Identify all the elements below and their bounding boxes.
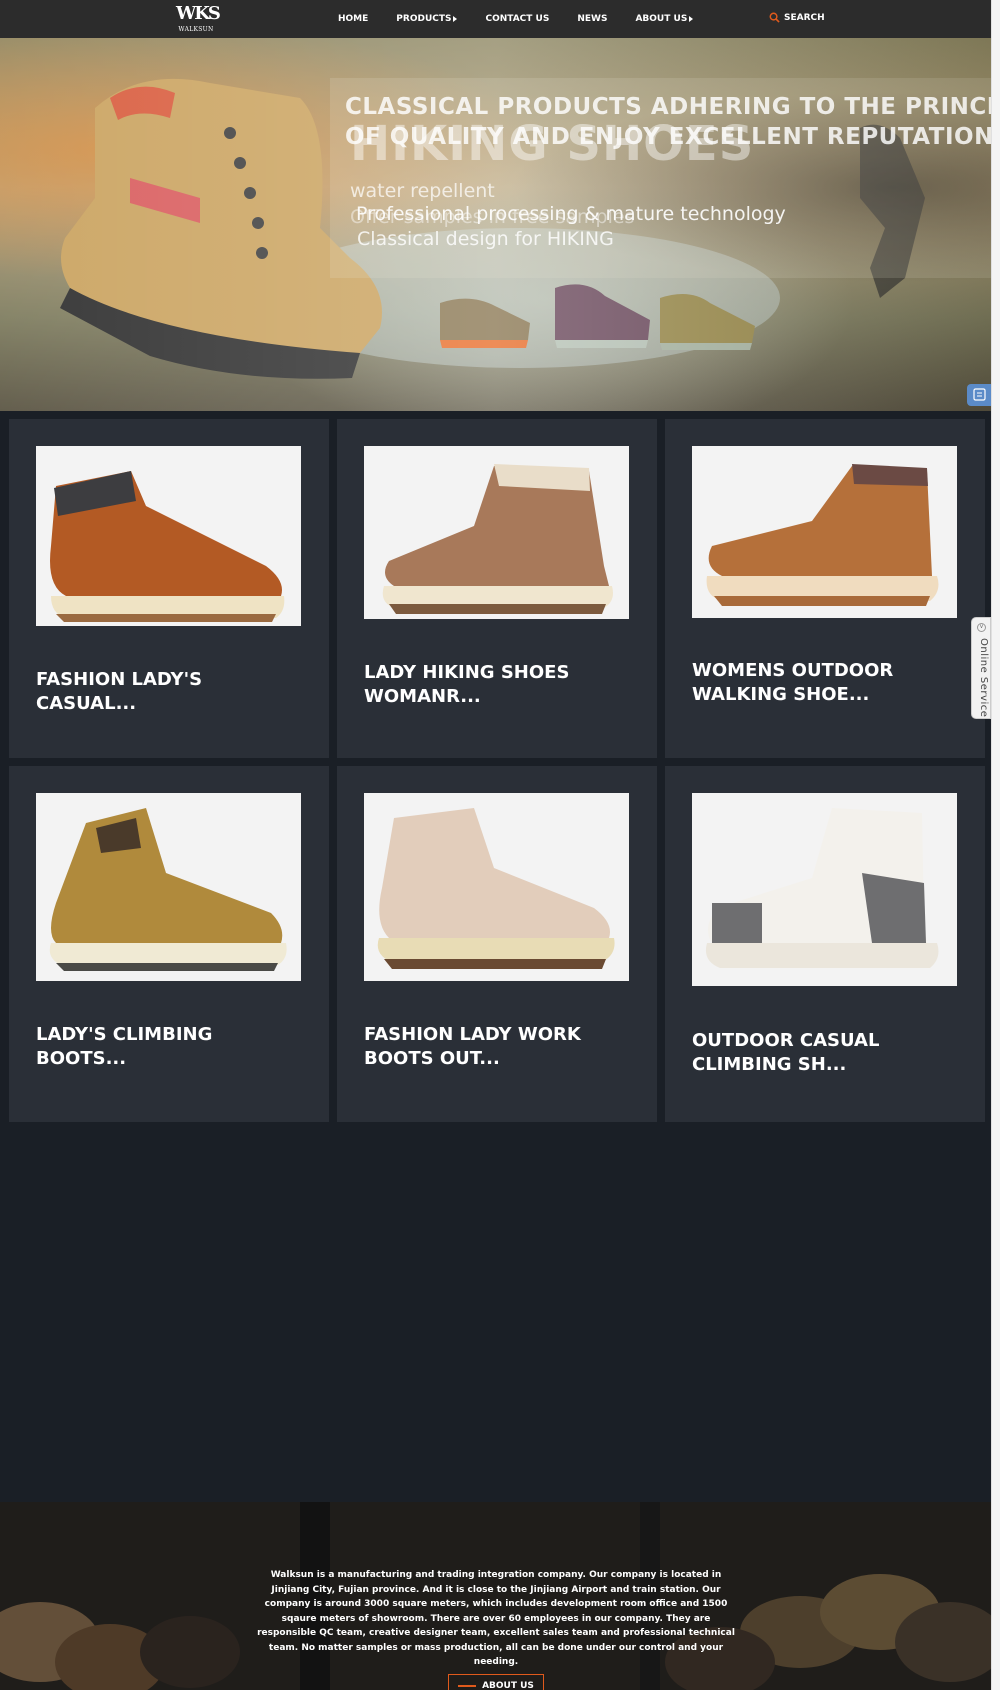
about-description: Walksun is a manufacturing and trading i… [257, 1570, 735, 1667]
nav-contact-us[interactable]: CONTACT US [485, 14, 549, 24]
banner-subtitle-2: Professional processing & mature technol… [356, 203, 786, 225]
boot-image [382, 464, 613, 614]
product-title[interactable]: FASHION LADY'S CASUAL... [36, 668, 306, 716]
banner-subtitle-1: water repellent [350, 180, 495, 202]
site-header: WKS WALKSUN HOME PRODUCTS CONTACT US NEW… [0, 0, 991, 38]
product-image[interactable] [36, 446, 301, 626]
main-nav: HOME PRODUCTS CONTACT US NEWS ABOUT US [338, 0, 721, 38]
caret-right-icon [453, 16, 458, 22]
nav-news[interactable]: NEWS [577, 14, 607, 24]
product-title[interactable]: OUTDOOR CASUAL CLIMBING SH... [692, 1029, 962, 1077]
product-card[interactable]: OUTDOOR CASUAL CLIMBING SH... [665, 766, 985, 1122]
product-image[interactable] [364, 793, 629, 981]
product-card[interactable]: LADY HIKING SHOES WOMANR... [337, 419, 657, 758]
nav-news-label: NEWS [577, 14, 608, 24]
scrollbar[interactable] [991, 0, 1000, 1690]
product-card[interactable]: FASHION LADY WORK BOOTS OUT... [337, 766, 657, 1122]
banner-headline-2: OF QUALITY AND ENJOY EXCELLENT REPUTATIO… [345, 124, 991, 150]
about-section: Walksun is a manufacturing and trading i… [0, 1502, 991, 1690]
product-card[interactable]: LADY'S CLIMBING BOOTS... [9, 766, 329, 1122]
online-service-label: Online Service [978, 638, 989, 718]
chat-icon [973, 388, 986, 401]
nav-products-label: PRODUCTS [396, 14, 452, 24]
nav-products[interactable]: PRODUCTS [396, 14, 458, 24]
online-service-tab[interactable]: v Online Service [971, 617, 991, 719]
banner-subtitle-3: Classical design for HIKING [357, 228, 614, 250]
product-image[interactable] [692, 446, 957, 618]
chevron-down-icon[interactable]: v [977, 623, 986, 632]
banner-headline-1: CLASSICAL PRODUCTS ADHERING TO THE PRINC… [345, 94, 991, 120]
nav-about-us[interactable]: ABOUT US [635, 14, 694, 24]
boot-image [50, 471, 285, 622]
product-card[interactable]: WOMENS OUTDOOR WALKING SHOE... [665, 419, 985, 758]
caret-right-icon [689, 16, 694, 22]
empty-section [0, 1122, 991, 1502]
boot-image [49, 808, 287, 971]
product-image[interactable] [692, 793, 957, 986]
logo-text: WALKSUN [178, 26, 214, 33]
boot-image [706, 464, 939, 606]
nav-home[interactable]: HOME [338, 14, 368, 24]
product-card[interactable]: FASHION LADY'S CASUAL... [9, 419, 329, 758]
product-title[interactable]: LADY HIKING SHOES WOMANR... [364, 661, 634, 709]
boot-image [377, 808, 615, 969]
side-widget-button[interactable] [967, 384, 991, 406]
logo-mark: WKS [176, 3, 221, 24]
product-title[interactable]: WOMENS OUTDOOR WALKING SHOE... [692, 659, 962, 707]
search-label: SEARCH [784, 12, 825, 23]
hero-banner[interactable]: HIKING SHOES CLASSICAL PRODUCTS ADHERING… [0, 38, 991, 411]
about-us-button[interactable]: ABOUT US [448, 1674, 544, 1690]
product-title[interactable]: FASHION LADY WORK BOOTS OUT... [364, 1023, 634, 1071]
nav-about-label: ABOUT US [635, 14, 688, 24]
nav-home-label: HOME [338, 14, 369, 24]
search-icon [769, 12, 780, 23]
walksun-logo[interactable]: WKS WALKSUN [176, 2, 221, 36]
search-button[interactable]: SEARCH [769, 12, 825, 23]
product-image[interactable] [364, 446, 629, 619]
boot-image [705, 808, 939, 968]
product-title[interactable]: LADY'S CLIMBING BOOTS... [36, 1023, 306, 1071]
page: WKS WALKSUN HOME PRODUCTS CONTACT US NEW… [0, 0, 991, 1690]
nav-contact-label: CONTACT US [485, 14, 550, 24]
product-image[interactable] [36, 793, 301, 981]
about-us-button-label: ABOUT US [482, 1681, 534, 1690]
arrow-right-icon [458, 1685, 477, 1687]
